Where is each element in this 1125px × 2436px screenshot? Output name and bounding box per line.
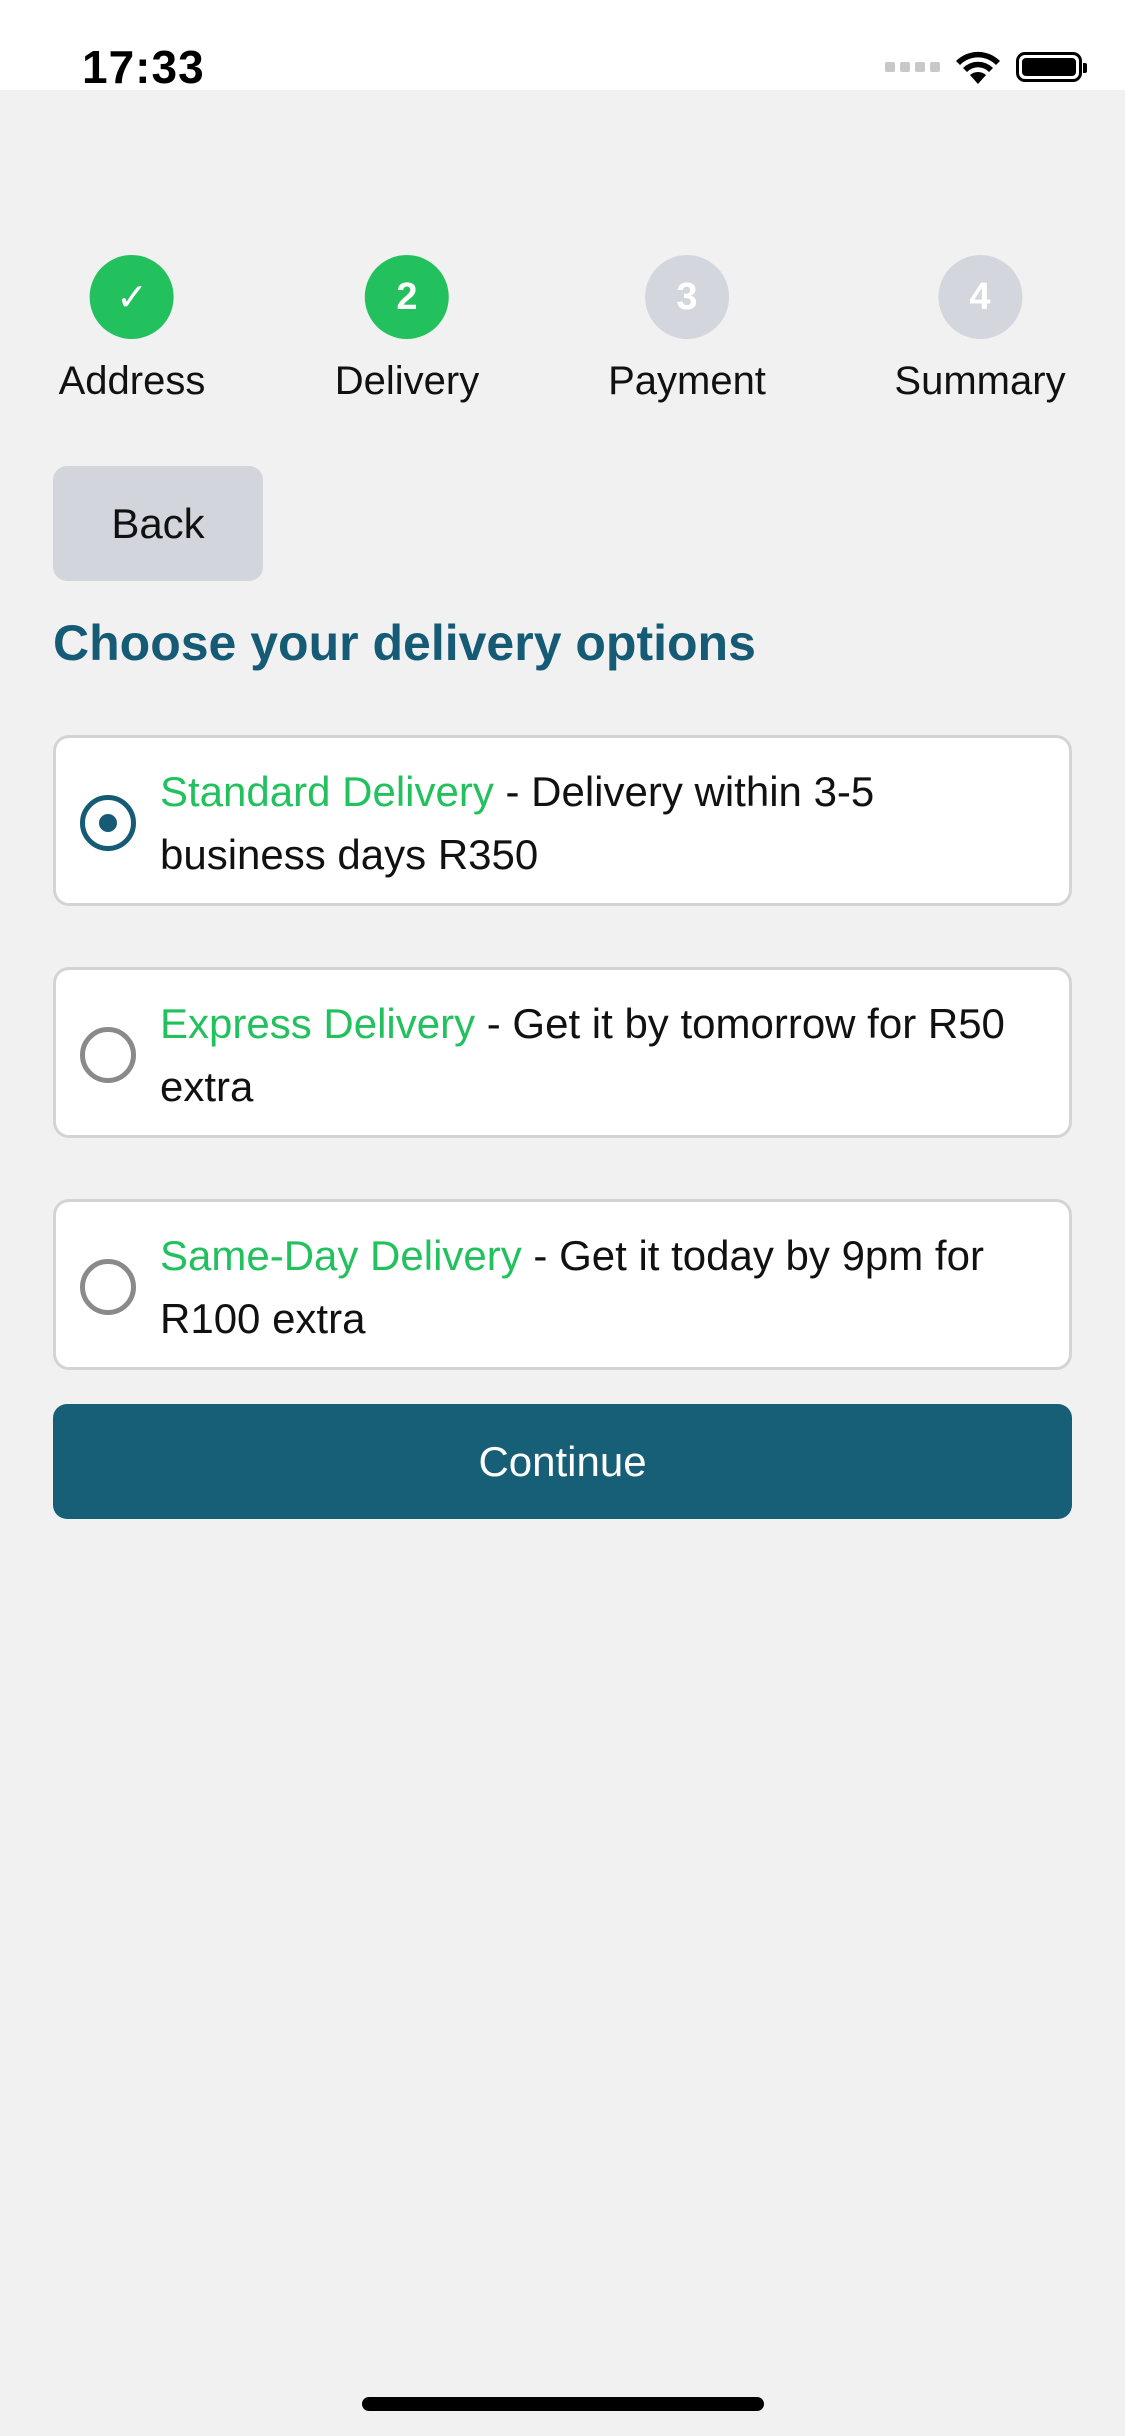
checkout-stepper: ✓ Address 2 Delivery 3 Payment 4 Summary: [0, 255, 1125, 415]
step-number: 3: [644, 255, 729, 339]
option-name: Express Delivery: [160, 1000, 476, 1047]
home-indicator[interactable]: [362, 2397, 764, 2411]
step-label: Address: [58, 359, 206, 403]
back-button[interactable]: Back: [53, 466, 263, 581]
status-bar: 17:33: [0, 0, 1125, 93]
checkout-screen: 17:33 ✓ Address 2 Delivery 3 Payment 4 S…: [0, 0, 1125, 2436]
step-payment[interactable]: 3 Payment: [608, 255, 766, 404]
step-delivery[interactable]: 2 Delivery: [335, 255, 479, 404]
check-icon: ✓: [90, 255, 174, 339]
option-text: Standard Delivery - Delivery within 3-5 …: [160, 760, 1049, 886]
continue-button[interactable]: Continue: [53, 1404, 1072, 1519]
status-icons: [885, 50, 1087, 84]
delivery-option-express[interactable]: Express Delivery - Get it by tomorrow fo…: [53, 967, 1072, 1138]
option-text: Same-Day Delivery - Get it today by 9pm …: [160, 1224, 1049, 1350]
radio-button-selected[interactable]: [80, 795, 136, 851]
radio-button[interactable]: [80, 1027, 136, 1083]
step-number: 4: [937, 255, 1022, 339]
step-label: Summary: [894, 359, 1066, 403]
option-name: Same-Day Delivery: [160, 1232, 522, 1279]
step-address[interactable]: ✓ Address: [58, 255, 206, 404]
delivery-option-standard[interactable]: Standard Delivery - Delivery within 3-5 …: [53, 735, 1072, 906]
step-number: 2: [364, 255, 449, 339]
battery-icon: [1016, 52, 1087, 82]
option-name: Standard Delivery: [160, 768, 494, 815]
step-label: Delivery: [334, 359, 480, 403]
status-time: 17:33: [82, 41, 205, 93]
wifi-icon: [956, 50, 1000, 84]
step-summary[interactable]: 4 Summary: [894, 255, 1066, 404]
delivery-option-same-day[interactable]: Same-Day Delivery - Get it today by 9pm …: [53, 1199, 1072, 1370]
step-label: Payment: [608, 359, 766, 403]
option-text: Express Delivery - Get it by tomorrow fo…: [160, 992, 1049, 1118]
cellular-signal-icon: [885, 62, 940, 72]
page-title: Choose your delivery options: [53, 615, 756, 671]
radio-button[interactable]: [80, 1259, 136, 1315]
